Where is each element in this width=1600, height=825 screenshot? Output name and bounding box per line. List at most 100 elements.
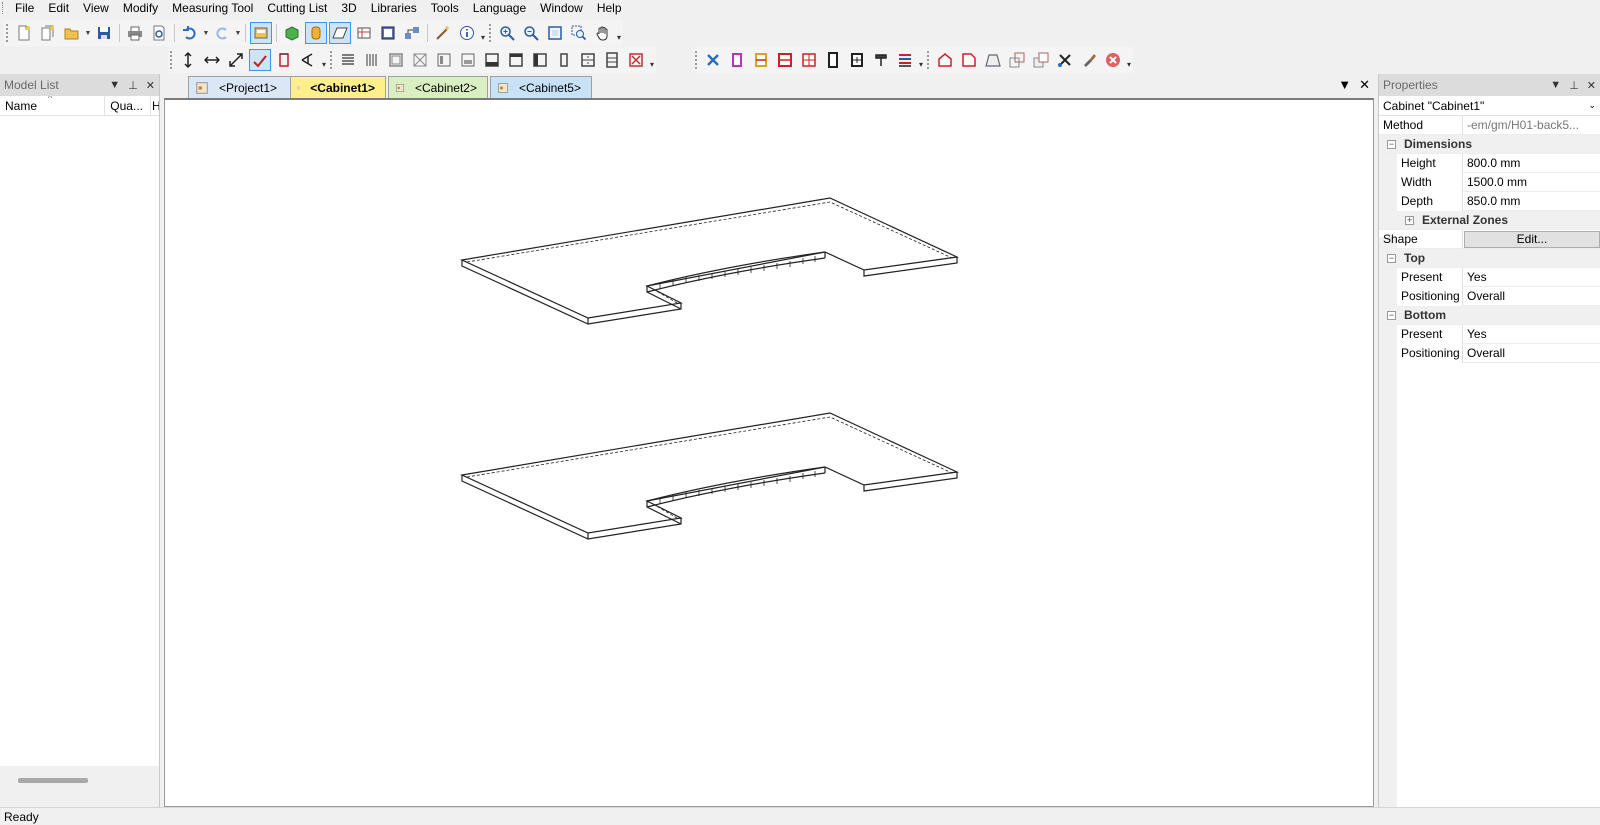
panel-menu-icon[interactable]: ▼ [1550, 79, 1561, 92]
menu-edit[interactable]: Edit [41, 1, 76, 16]
undo-dropdown-icon[interactable]: ▼ [202, 30, 210, 37]
measure-point-icon[interactable] [249, 49, 271, 71]
toolbar-grip[interactable] [170, 51, 173, 69]
toolbar-grip[interactable] [489, 24, 492, 42]
door-magenta-icon[interactable] [726, 49, 748, 71]
house-shape-icon[interactable] [934, 49, 956, 71]
wand-icon[interactable] [432, 22, 454, 44]
dividers-icon[interactable] [361, 49, 383, 71]
model-list-body[interactable] [0, 116, 159, 766]
toolbar-overflow-icon[interactable]: ▾ [615, 22, 623, 44]
property-top-positioning[interactable]: Positioning Overall [1379, 286, 1600, 306]
toolbar-grip[interactable] [330, 51, 333, 69]
narrow-panel-icon[interactable] [553, 49, 575, 71]
trapezoid-icon[interactable] [982, 49, 1004, 71]
print-preview-icon[interactable] [148, 22, 170, 44]
tab-cabinet5[interactable]: <Cabinet5> [490, 76, 592, 98]
category-top[interactable]: − Top [1379, 249, 1600, 268]
toolbar-grip[interactable] [6, 24, 9, 42]
bottom-panel-icon[interactable] [481, 49, 503, 71]
cylinder-icon[interactable] [305, 22, 327, 44]
scissors-icon[interactable] [1054, 49, 1076, 71]
property-bottom-positioning[interactable]: Positioning Overall [1379, 343, 1600, 363]
open-folder-icon[interactable] [61, 22, 83, 44]
model-view-icon[interactable] [250, 22, 272, 44]
side-panel-icon[interactable] [433, 49, 455, 71]
cabinet-view-icon[interactable] [377, 22, 399, 44]
close-red-icon[interactable] [1102, 49, 1124, 71]
property-depth[interactable]: Depth 850.0 mm [1379, 191, 1600, 211]
column-name[interactable]: Name ^ [0, 96, 106, 115]
hinge-door-icon[interactable] [846, 49, 868, 71]
category-external-zones[interactable]: + External Zones [1379, 211, 1600, 230]
pan-hand-icon[interactable] [592, 22, 614, 44]
toolbar-overflow-icon[interactable]: ▾ [479, 22, 487, 44]
close-document-icon[interactable]: ✕ [1359, 77, 1370, 93]
panel-close-icon[interactable]: ✕ [1587, 79, 1596, 92]
bracket-dimension-icon[interactable] [273, 49, 295, 71]
category-dimensions[interactable]: − Dimensions [1379, 135, 1600, 154]
column-h[interactable]: H [151, 96, 159, 115]
parallelogram-icon[interactable] [329, 22, 351, 44]
group-icon[interactable] [1030, 49, 1052, 71]
column-quantity[interactable]: Qua... [105, 96, 152, 115]
panel-frame-icon[interactable] [385, 49, 407, 71]
zoom-window-icon[interactable] [568, 22, 590, 44]
menu-modify[interactable]: Modify [116, 1, 165, 16]
menu-file[interactable]: File [8, 1, 41, 16]
horizontal-scrollbar[interactable] [18, 778, 88, 783]
ungroup-icon[interactable] [1006, 49, 1028, 71]
cut-corner-icon[interactable] [958, 49, 980, 71]
property-top-present[interactable]: Present Yes [1379, 267, 1600, 287]
menu-window[interactable]: Window [533, 1, 590, 16]
table-view-icon[interactable] [353, 22, 375, 44]
tab-list-dropdown-icon[interactable]: ▼ [1338, 77, 1351, 93]
door-yellow-icon[interactable] [750, 49, 772, 71]
property-method[interactable]: Method -em/gm/H01-back5... [1379, 115, 1600, 135]
menu-grip[interactable] [2, 2, 6, 14]
menu-tools[interactable]: Tools [424, 1, 466, 16]
property-width[interactable]: Width 1500.0 mm [1379, 172, 1600, 192]
double-drawer-icon[interactable] [774, 49, 796, 71]
vertical-dimension-icon[interactable] [177, 49, 199, 71]
quad-door-icon[interactable] [798, 49, 820, 71]
pin-icon[interactable]: ⊥ [128, 79, 138, 92]
collapse-icon[interactable]: − [1387, 139, 1396, 149]
delete-panel-icon[interactable] [625, 49, 647, 71]
property-height[interactable]: Height 800.0 mm [1379, 153, 1600, 173]
network-icon[interactable] [401, 22, 423, 44]
left-panel-icon[interactable] [529, 49, 551, 71]
cross-panel-icon[interactable] [409, 49, 431, 71]
drawer-icon[interactable] [577, 49, 599, 71]
collapse-icon[interactable]: − [1387, 253, 1396, 263]
horizontal-dimension-icon[interactable] [201, 49, 223, 71]
tall-door-icon[interactable] [822, 49, 844, 71]
stacked-drawers-icon[interactable] [601, 49, 623, 71]
angle-dimension-icon[interactable] [297, 49, 319, 71]
handle-icon[interactable] [870, 49, 892, 71]
paint-brush-icon[interactable] [1078, 49, 1100, 71]
new-project-icon[interactable] [37, 22, 59, 44]
pin-icon[interactable]: ⊥ [1569, 79, 1579, 92]
object-selector[interactable]: Cabinet "Cabinet1" ⌄ [1379, 96, 1600, 116]
toolbar-overflow-icon[interactable]: ▾ [917, 49, 925, 71]
3d-box-icon[interactable] [281, 22, 303, 44]
undo-icon[interactable] [179, 22, 201, 44]
info-icon[interactable] [456, 22, 478, 44]
menu-3d[interactable]: 3D [334, 1, 363, 16]
top-panel-icon[interactable] [505, 49, 527, 71]
diagonal-dimension-icon[interactable] [225, 49, 247, 71]
zoom-out-icon[interactable] [520, 22, 542, 44]
panel-close-icon[interactable]: ✕ [146, 79, 155, 92]
tab-project1[interactable]: <Project1> [188, 76, 296, 98]
shelves-icon[interactable] [337, 49, 359, 71]
color-stripes-icon[interactable] [894, 49, 916, 71]
expand-icon[interactable]: + [1405, 215, 1414, 225]
redo-dropdown-icon[interactable]: ▼ [234, 30, 242, 37]
zoom-extents-icon[interactable] [544, 22, 566, 44]
zoom-in-icon[interactable] [496, 22, 518, 44]
shape-edit-button[interactable]: Edit... [1464, 230, 1600, 248]
collapse-icon[interactable]: − [1387, 310, 1396, 320]
property-bottom-present[interactable]: Present Yes [1379, 324, 1600, 344]
toolbar-overflow-icon[interactable]: ▾ [1125, 49, 1133, 71]
